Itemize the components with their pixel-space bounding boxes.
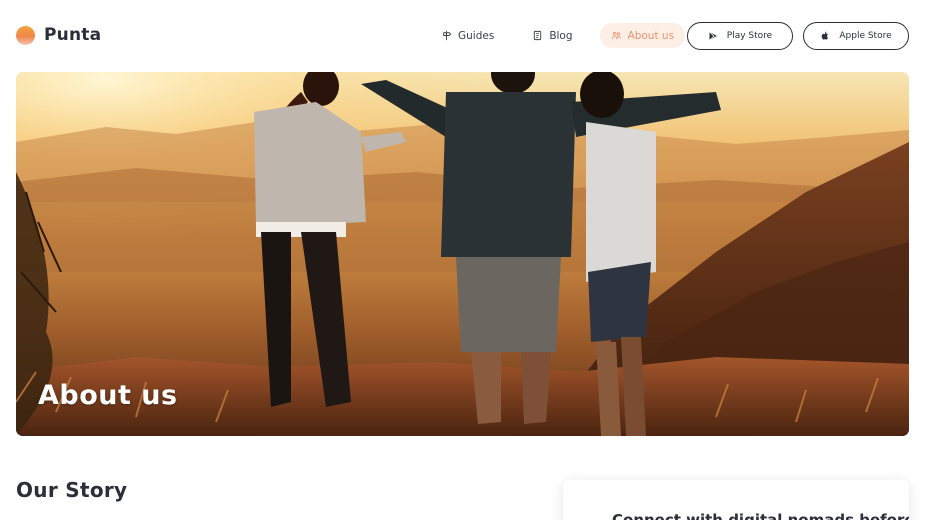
apple-store-button[interactable]: Apple Store: [803, 22, 909, 50]
nav-blog-label: Blog: [549, 29, 573, 42]
people-icon: [611, 31, 621, 40]
hero-banner: About us: [16, 72, 909, 436]
play-store-icon: [708, 31, 717, 41]
brand-logo-link[interactable]: Punta: [16, 25, 101, 45]
play-store-label: Play Store: [726, 31, 773, 41]
punta-logo-icon: [16, 25, 35, 45]
site-header: Punta Guides Blog About us Play Store Ap…: [0, 0, 925, 72]
apple-icon: [822, 31, 829, 40]
our-story-heading: Our Story: [16, 478, 128, 502]
connect-card-title: Connect with digital nomads before: [612, 511, 909, 520]
nav-about-us[interactable]: About us: [599, 23, 686, 48]
nav-about-us-label: About us: [627, 29, 675, 42]
play-store-button[interactable]: Play Store: [687, 22, 793, 50]
signpost-icon: [443, 30, 452, 41]
hero-title: About us: [38, 380, 178, 411]
nav-blog[interactable]: Blog: [521, 23, 583, 48]
main-nav: Guides Blog About us: [430, 23, 686, 48]
nav-guides-label: Guides: [458, 29, 495, 42]
brand-name: Punta: [44, 25, 102, 45]
notebook-icon: [534, 30, 542, 41]
apple-store-label: Apple Store: [839, 31, 892, 41]
connect-card: Connect with digital nomads before: [563, 480, 909, 520]
nav-guides[interactable]: Guides: [430, 23, 505, 48]
